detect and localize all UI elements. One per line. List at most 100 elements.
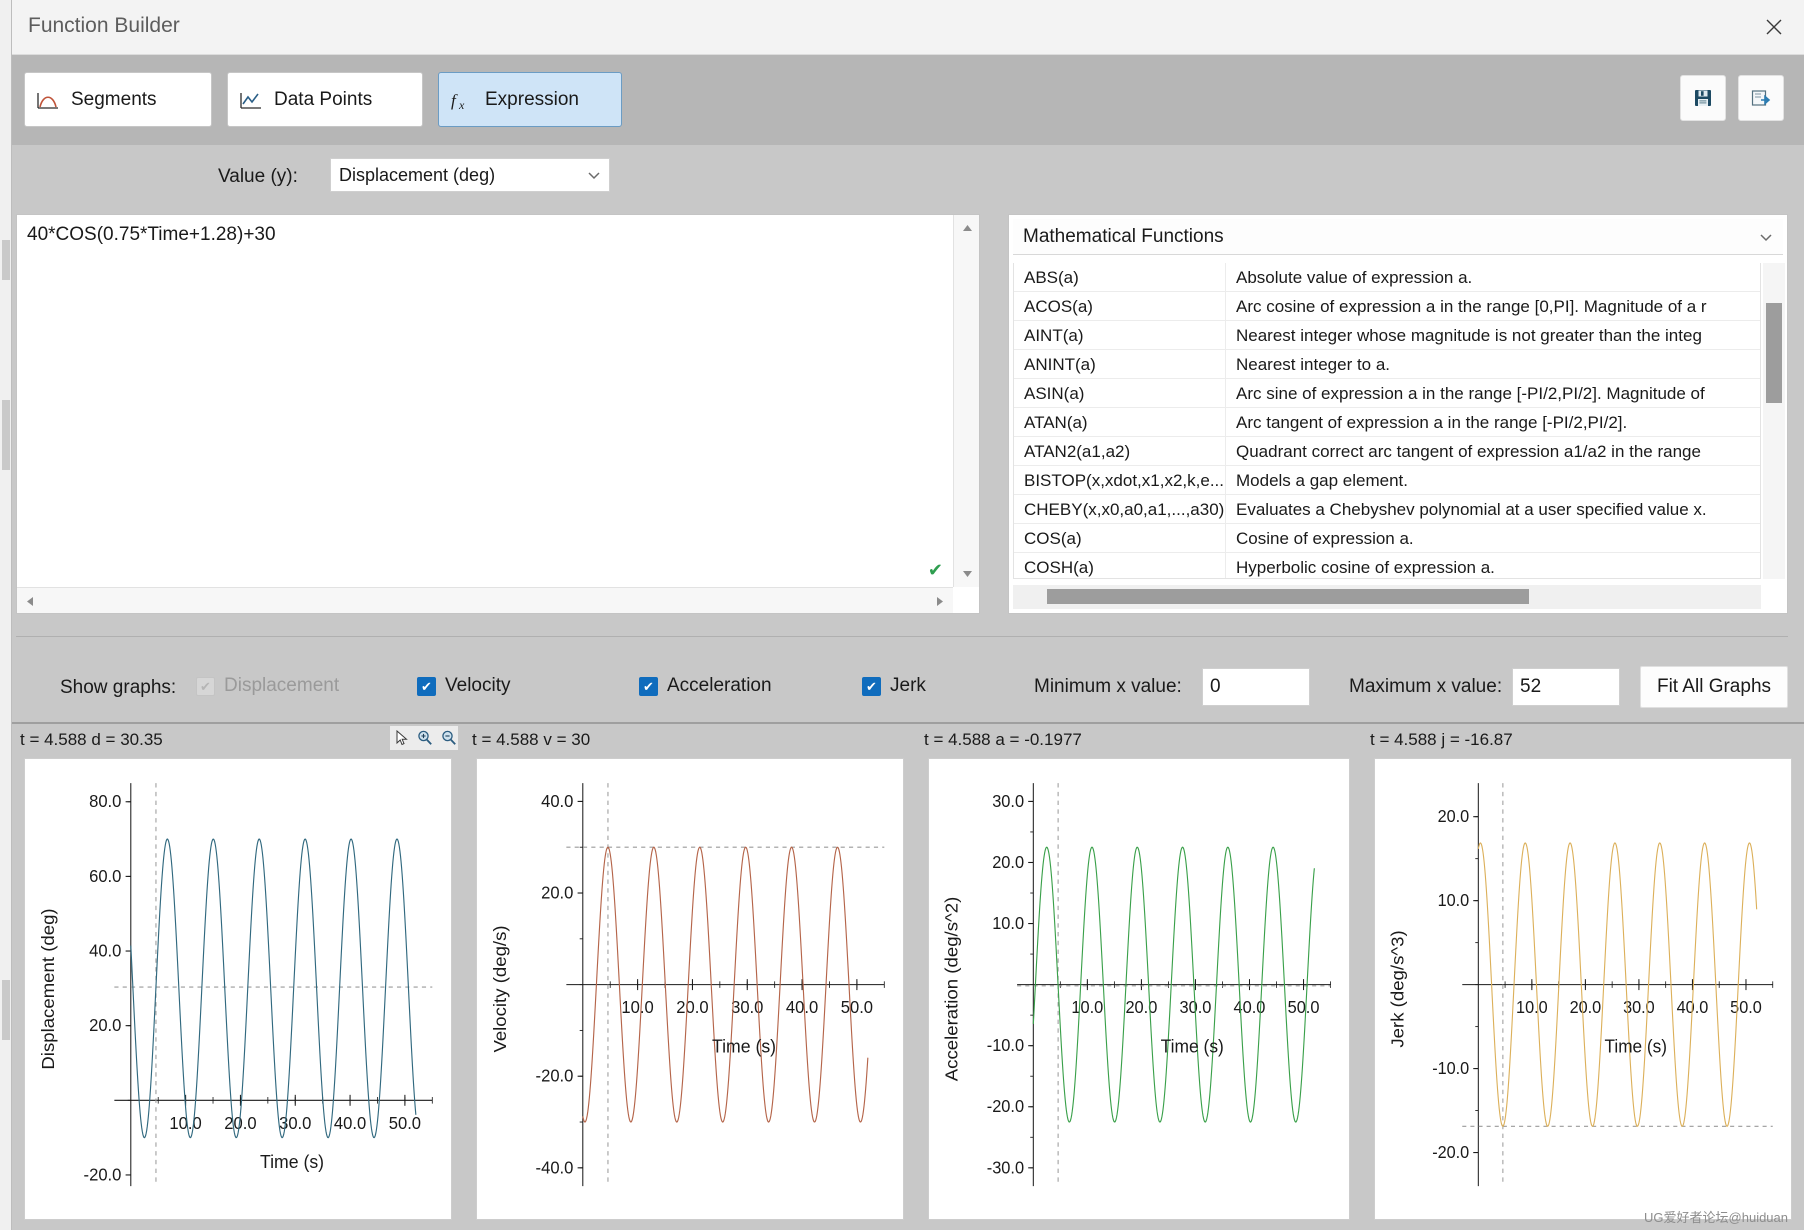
checkbox-displacement[interactable]: ✔ Displacement xyxy=(196,675,339,697)
checkbox-box[interactable]: ✔ xyxy=(862,676,881,696)
checkbox-velocity[interactable]: ✔ Velocity xyxy=(417,675,510,697)
function-description: Absolute value of expression a. xyxy=(1236,268,1473,287)
svg-text:20.0: 20.0 xyxy=(1125,998,1157,1018)
checkbox-jerk-label: Jerk xyxy=(890,675,926,696)
svg-text:30.0: 30.0 xyxy=(992,791,1024,811)
tab-segments-label: Segments xyxy=(71,88,157,110)
svg-text:Velocity (deg/s): Velocity (deg/s) xyxy=(491,925,510,1052)
function-list-vertical-scrollbar[interactable] xyxy=(1763,263,1785,579)
plot-acceleration[interactable]: -30.0 -20.0 -10.0 10.0 20.0 30.0 10.0 20.0 30.0 4… xyxy=(928,758,1350,1220)
plot-jerk[interactable]: -20.0 -10.0 10.0 20.0 10.0 20.0 30.0 40.0 50.0 Ti… xyxy=(1374,758,1792,1220)
tab-data-points-label: Data Points xyxy=(274,88,373,110)
plot-velocity[interactable]: -40.0 -20.0 20.0 40.0 10.0 20.0 30.0 40.0 50.0 Ti… xyxy=(476,758,904,1220)
checkbox-acceleration[interactable]: ✔ Acceleration xyxy=(639,675,772,697)
graph-toolstrip xyxy=(390,726,458,750)
maximum-x-input[interactable]: 52 xyxy=(1512,668,1620,706)
triangle-left-icon[interactable] xyxy=(17,588,43,614)
function-list-row[interactable]: BISTOP(x,xdot,x1,x2,k,e... Models a gap e… xyxy=(1014,466,1760,495)
function-name: COS(a) xyxy=(1014,524,1226,552)
tab-expression[interactable]: f x Expression xyxy=(438,72,622,127)
svg-text:-10.0: -10.0 xyxy=(987,1036,1024,1056)
checkbox-box[interactable]: ✔ xyxy=(417,676,436,696)
svg-text:20.0: 20.0 xyxy=(89,1016,121,1035)
expression-horizontal-scrollbar[interactable] xyxy=(17,587,953,613)
svg-text:-30.0: -30.0 xyxy=(987,1158,1024,1178)
svg-text:50.0: 50.0 xyxy=(389,1113,421,1132)
function-list-row[interactable]: ACOS(a) Arc cosine of expression a in the… xyxy=(1014,292,1760,321)
graph-pane-jerk: t = 4.588 j = -16.87 -20.0 -10.0 10.0 20.0 10… xyxy=(1362,722,1804,1230)
save-icon[interactable] xyxy=(1680,75,1726,121)
checkbox-displacement-label: Displacement xyxy=(224,675,340,696)
tab-data-points[interactable]: Data Points xyxy=(227,72,423,127)
function-name: ANINT(a) xyxy=(1014,350,1226,378)
triangle-down-icon[interactable] xyxy=(954,561,980,587)
value-y-dropdown[interactable]: Displacement (deg) xyxy=(330,158,610,192)
scrollbar-thumb[interactable] xyxy=(1047,589,1529,604)
svg-text:x: x xyxy=(458,98,465,112)
function-category-dropdown[interactable]: Mathematical Functions xyxy=(1013,219,1783,255)
function-name: AINT(a) xyxy=(1014,321,1226,349)
watermark: UG爱好者论坛@huiduan xyxy=(1644,1210,1788,1225)
zoom-in-icon[interactable] xyxy=(416,729,434,748)
function-list-row[interactable]: ABS(a) Absolute value of expression a. xyxy=(1014,263,1760,292)
check-icon: ✔ xyxy=(927,560,943,580)
function-list-row[interactable]: CHEBY(x,x0,a0,a1,...,a30) Evaluates a Che… xyxy=(1014,495,1760,524)
background-window-strip xyxy=(0,0,12,1230)
function-list-row[interactable]: COS(a) Cosine of expression a. xyxy=(1014,524,1760,553)
svg-text:Time (s): Time (s) xyxy=(712,1036,776,1057)
pointer-icon[interactable] xyxy=(393,729,411,748)
svg-text:40.0: 40.0 xyxy=(334,1113,366,1132)
function-list-horizontal-scrollbar[interactable] xyxy=(1013,585,1761,609)
svg-text:-40.0: -40.0 xyxy=(536,1158,574,1177)
graph-readout-velocity: t = 4.588 v = 30 xyxy=(472,730,591,749)
checkbox-jerk[interactable]: ✔ Jerk xyxy=(862,675,926,697)
chevron-down-icon xyxy=(1749,232,1783,242)
checkbox-box[interactable]: ✔ xyxy=(196,676,215,696)
minimum-x-input[interactable]: 0 xyxy=(1202,668,1310,706)
section-divider xyxy=(16,636,1788,637)
svg-text:10.0: 10.0 xyxy=(169,1113,201,1132)
expression-vertical-scrollbar[interactable] xyxy=(953,215,979,587)
triangle-right-icon[interactable] xyxy=(927,588,953,614)
graph-readout-jerk: t = 4.588 j = -16.87 xyxy=(1370,730,1513,749)
function-name: BISTOP(x,xdot,x1,x2,k,e... xyxy=(1014,466,1226,494)
value-y-label: Value (y): xyxy=(218,166,298,187)
svg-text:50.0: 50.0 xyxy=(1730,998,1762,1018)
function-list-row[interactable]: COSH(a) Hyperbolic cosine of expression a… xyxy=(1014,553,1760,578)
expression-input[interactable]: 40*COS(0.75*Time+1.28)+30 xyxy=(27,224,943,246)
export-icon[interactable] xyxy=(1738,75,1784,121)
expression-editor[interactable]: 40*COS(0.75*Time+1.28)+30 ✔ xyxy=(16,214,980,614)
zoom-out-icon[interactable] xyxy=(440,729,458,748)
function-category-selected: Mathematical Functions xyxy=(1023,225,1224,247)
plot-displacement[interactable]: -20.0 20.0 40.0 60.0 80.0 10.0 20.0 30.0 40.0 50.… xyxy=(24,758,452,1220)
function-list-row[interactable]: ATAN(a) Arc tangent of expression a in th… xyxy=(1014,408,1760,437)
function-list-row[interactable]: ANINT(a) Nearest integer to a. xyxy=(1014,350,1760,379)
triangle-up-icon[interactable] xyxy=(954,215,980,241)
pane-divider xyxy=(12,722,464,724)
graph-readout-acceleration: t = 4.588 a = -0.1977 xyxy=(924,730,1082,749)
tab-segments[interactable]: Segments xyxy=(24,72,212,127)
function-list-row[interactable]: AINT(a) Nearest integer whose magnitude i… xyxy=(1014,321,1760,350)
function-name: CHEBY(x,x0,a0,a1,...,a30) xyxy=(1014,495,1226,523)
function-list-table[interactable]: ABS(a) Absolute value of expression a. ACO… xyxy=(1013,263,1761,579)
function-builder-window: Function Builder Segments Data Points f … xyxy=(0,0,1804,1230)
minimum-x-label: Minimum x value: xyxy=(1034,676,1182,697)
toolbar-icons xyxy=(1680,75,1784,121)
checkbox-acceleration-label: Acceleration xyxy=(667,675,772,696)
function-list-row[interactable]: ASIN(a) Arc sine of expression a in the r… xyxy=(1014,379,1760,408)
graph-panes: t = 4.588 d = 30.35 -20.0 20.0 40.0 60.0 80.0… xyxy=(12,722,1804,1230)
window-title: Function Builder xyxy=(28,14,180,37)
fit-all-graphs-button[interactable]: Fit All Graphs xyxy=(1640,666,1788,708)
svg-text:20.0: 20.0 xyxy=(1570,998,1602,1018)
scrollbar-thumb[interactable] xyxy=(1766,303,1782,403)
checkbox-box[interactable]: ✔ xyxy=(639,676,658,696)
show-graphs-row: Show graphs: ✔ Displacement ✔ Velocity ✔… xyxy=(12,660,1804,720)
svg-text:Time (s): Time (s) xyxy=(260,1152,324,1173)
function-list-row[interactable]: ATAN2(a1,a2) Quadrant correct arc tangent… xyxy=(1014,437,1760,466)
svg-text:40.0: 40.0 xyxy=(541,792,573,811)
svg-text:30.0: 30.0 xyxy=(279,1113,311,1132)
svg-text:10.0: 10.0 xyxy=(1438,891,1470,911)
svg-text:80.0: 80.0 xyxy=(89,792,121,811)
svg-text:20.0: 20.0 xyxy=(1438,807,1470,827)
close-icon[interactable] xyxy=(1744,0,1804,54)
